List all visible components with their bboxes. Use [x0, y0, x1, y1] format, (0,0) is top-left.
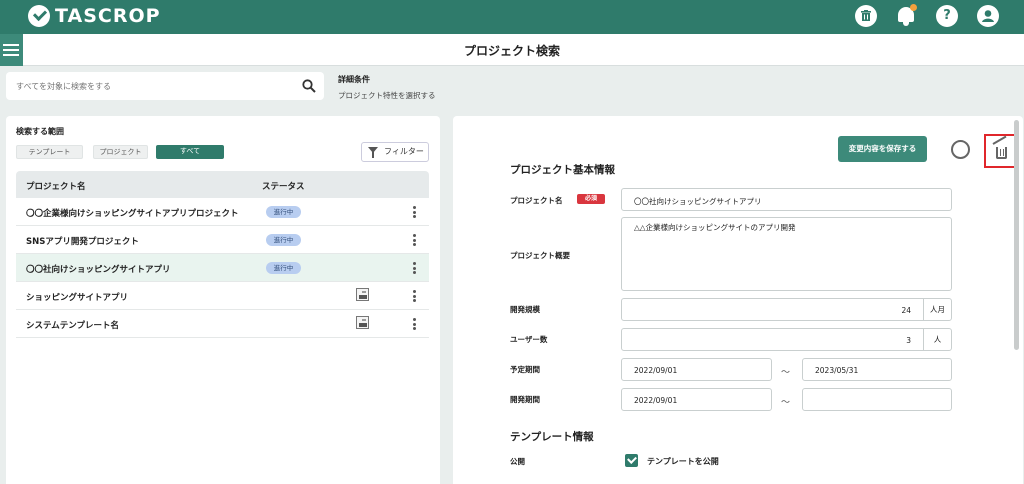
detail-conditions-title: 詳細条件 — [338, 75, 370, 84]
project-detail-panel: 変更内容を保存する プロジェクト基本情報 プロジェクト名 必須 〇〇社向けショッ… — [453, 116, 1023, 484]
dev-scale-value: 24 — [901, 306, 911, 315]
search-icon[interactable] — [302, 79, 316, 93]
user-count-unit: 人 — [923, 329, 951, 350]
scope-label: 検索する範囲 — [16, 127, 64, 136]
template-info-title: テンプレート情報 — [510, 431, 594, 443]
column-header-name: プロジェクト名 — [26, 182, 86, 192]
public-template-checkbox[interactable] — [625, 454, 638, 467]
project-name: 〇〇企業様向けショッピングサイトアプリプロジェクト — [26, 209, 239, 219]
status-badge: 進行中 — [266, 206, 301, 218]
project-summary-textarea[interactable]: △△企業様向けショッピングサイトのアプリ開発 — [621, 217, 952, 291]
user-count-input[interactable]: 3 人 — [621, 328, 952, 351]
project-name: SNSアプリ開発プロジェクト — [26, 237, 139, 247]
sub-bar: プロジェクト検索 — [0, 34, 1024, 66]
dev-start-input[interactable]: 2022/09/01 — [621, 388, 772, 411]
required-badge: 必須 — [577, 194, 605, 204]
delete-button[interactable] — [984, 134, 1016, 168]
search-box — [6, 72, 324, 100]
table-row[interactable]: システムテンプレート名 — [16, 310, 429, 338]
project-name: システムテンプレート名 — [26, 321, 119, 331]
status-badge: 進行中 — [266, 234, 301, 246]
planned-period-label: 予定期間 — [510, 365, 540, 374]
table-row[interactable]: ショッピングサイトアプリ — [16, 282, 429, 310]
trash-icon — [992, 135, 1007, 159]
circle-icon[interactable] — [951, 140, 970, 159]
save-changes-button[interactable]: 変更内容を保存する — [838, 136, 927, 162]
project-list-panel: 検索する範囲 テンプレート プロジェクト すべて フィルター プロジェクト名 ス… — [6, 116, 440, 484]
bell-icon[interactable] — [895, 4, 917, 28]
detail-conditions-sub: プロジェクト特性を選択する — [338, 91, 436, 100]
table-header: プロジェクト名 ステータス — [16, 171, 429, 198]
template-icon — [356, 288, 369, 301]
dev-scale-label: 開発規模 — [510, 305, 540, 314]
more-icon[interactable] — [413, 206, 416, 218]
scope-template-button[interactable]: テンプレート — [16, 145, 83, 159]
menu-icon[interactable] — [0, 34, 23, 66]
table-row-selected[interactable]: 〇〇社向けショッピングサイトアプリ 進行中 — [16, 254, 429, 282]
project-name: ショッピングサイトアプリ — [26, 293, 129, 303]
scrollbar[interactable] — [1014, 120, 1019, 350]
basic-info-title: プロジェクト基本情報 — [510, 164, 615, 176]
column-header-status: ステータス — [262, 182, 305, 192]
planned-end-input[interactable]: 2023/05/31 — [802, 358, 952, 381]
more-icon[interactable] — [413, 234, 416, 246]
dev-scale-input[interactable]: 24 人月 — [621, 298, 952, 321]
dev-period-label: 開発期間 — [510, 395, 540, 404]
dev-scale-unit: 人月 — [923, 299, 951, 320]
help-icon[interactable]: ? — [936, 5, 958, 27]
filter-button[interactable]: フィルター — [361, 142, 429, 162]
top-bar: TASCROP ? — [0, 0, 1024, 34]
more-icon[interactable] — [413, 262, 416, 274]
scope-project-button[interactable]: プロジェクト — [93, 145, 148, 159]
public-template-label: テンプレートを公開 — [647, 457, 719, 466]
period-separator: ～ — [781, 368, 791, 378]
more-icon[interactable] — [413, 318, 416, 330]
app-name: TASCROP — [55, 5, 161, 27]
page-title: プロジェクト検索 — [463, 44, 560, 58]
table-row[interactable]: 〇〇企業様向けショッピングサイトアプリプロジェクト 進行中 — [16, 198, 429, 226]
notification-dot — [910, 4, 917, 11]
logo-check-icon — [28, 5, 50, 27]
trash-icon[interactable] — [855, 5, 877, 27]
scope-all-button[interactable]: すべて — [156, 145, 224, 159]
status-badge: 進行中 — [266, 262, 301, 274]
template-icon — [356, 316, 369, 329]
user-icon[interactable] — [977, 5, 999, 27]
detail-conditions[interactable]: 詳細条件 プロジェクト特性を選択する — [338, 74, 436, 101]
search-input[interactable] — [16, 79, 286, 93]
dev-end-input[interactable] — [802, 388, 952, 411]
more-icon[interactable] — [413, 290, 416, 302]
public-label: 公開 — [510, 457, 525, 466]
project-name-input[interactable]: 〇〇社向けショッピングサイトアプリ — [621, 188, 952, 211]
user-count-value: 3 — [906, 336, 911, 345]
filter-label: フィルター — [384, 147, 424, 156]
table-row[interactable]: SNSアプリ開発プロジェクト 進行中 — [16, 226, 429, 254]
planned-start-input[interactable]: 2022/09/01 — [621, 358, 772, 381]
project-name-label: プロジェクト名 — [510, 196, 563, 205]
project-summary-label: プロジェクト概要 — [510, 251, 570, 260]
app-logo[interactable]: TASCROP — [28, 5, 161, 27]
user-count-label: ユーザー数 — [510, 335, 548, 344]
filter-icon — [368, 147, 378, 158]
period-separator: ～ — [781, 398, 791, 408]
project-name: 〇〇社向けショッピングサイトアプリ — [26, 265, 171, 275]
